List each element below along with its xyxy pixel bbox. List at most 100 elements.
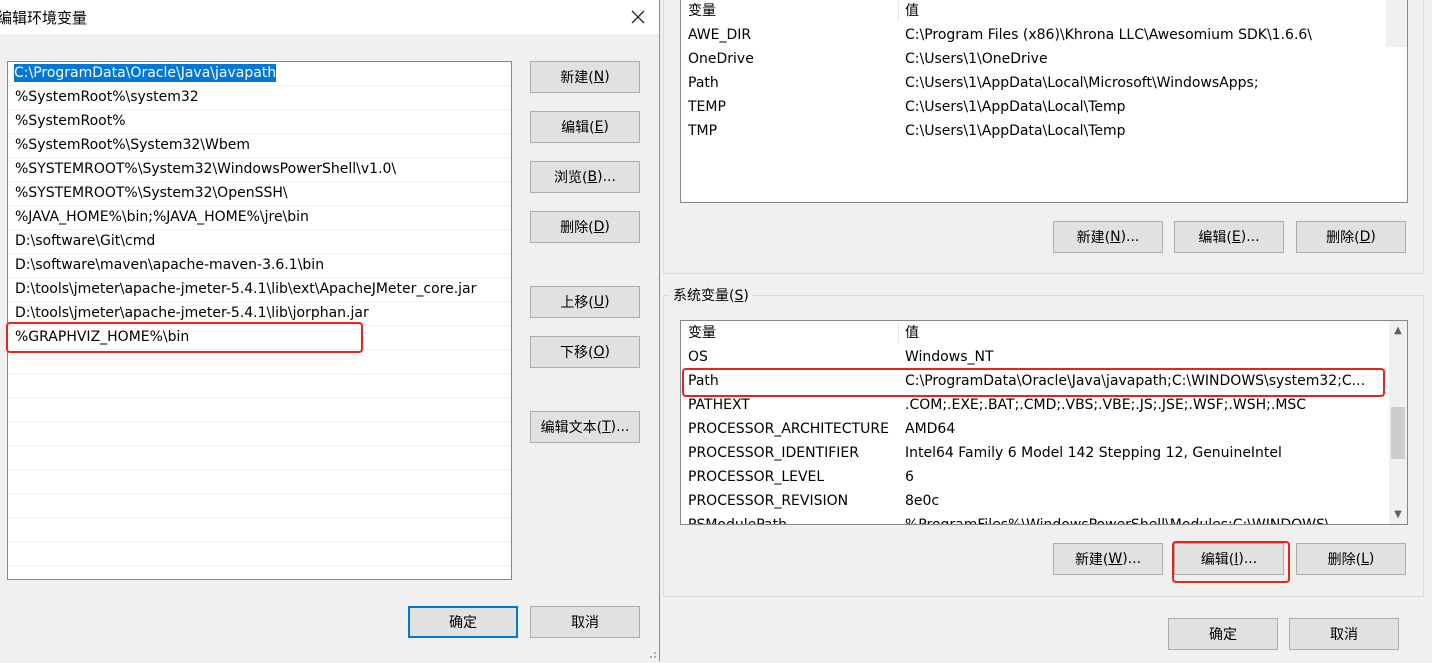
edit-button[interactable]: 编辑(E) bbox=[530, 111, 640, 143]
browse-button[interactable]: 浏览(B)... bbox=[530, 161, 640, 193]
empty-row[interactable] bbox=[8, 542, 511, 566]
user-edit-button[interactable]: 编辑(E)... bbox=[1174, 221, 1284, 253]
path-entry-row[interactable]: %JAVA_HOME%\bin;%JAVA_HOME%\jre\bin bbox=[8, 206, 511, 230]
system-variable-row[interactable]: PROCESSOR_ARCHITECTURE AMD64 bbox=[681, 417, 1387, 441]
scroll-up-icon[interactable]: ▲ bbox=[1389, 321, 1407, 339]
dialog-titlebar[interactable]: 编辑环境变量 bbox=[0, 0, 659, 34]
path-entry-row[interactable]: %SystemRoot% bbox=[8, 110, 511, 134]
path-entry-row[interactable]: D:\tools\jmeter\apache-jmeter-5.4.1\lib\… bbox=[8, 302, 511, 326]
column-header-value[interactable]: 值 bbox=[905, 0, 919, 23]
path-entry-text: D:\software\Git\cmd bbox=[15, 233, 156, 249]
path-entry-row[interactable]: %GRAPHVIZ_HOME%\bin bbox=[8, 326, 511, 350]
empty-row[interactable] bbox=[8, 470, 511, 494]
path-entry-row[interactable]: D:\tools\jmeter\apache-jmeter-5.4.1\lib\… bbox=[8, 278, 511, 302]
system-variables-scrollbar[interactable]: ▲ ▼ bbox=[1389, 321, 1407, 524]
path-entry-row[interactable]: D:\software\Git\cmd bbox=[8, 230, 511, 254]
variable-value: AMD64 bbox=[905, 421, 956, 437]
system-variable-row[interactable]: PSModulePath %ProgramFiles%\WindowsPowerS… bbox=[681, 513, 1387, 525]
path-entry-text: C:\ProgramData\Oracle\Java\javapath bbox=[14, 64, 277, 82]
path-entry-text: D:\tools\jmeter\apache-jmeter-5.4.1\lib\… bbox=[15, 281, 477, 297]
path-entries-list[interactable]: C:\ProgramData\Oracle\Java\javapath %Syst… bbox=[7, 61, 512, 580]
path-entry-text: D:\tools\jmeter\apache-jmeter-5.4.1\lib\… bbox=[15, 305, 369, 321]
scroll-down-icon[interactable]: ▼ bbox=[1389, 505, 1407, 523]
path-entry-row[interactable]: %SystemRoot%\System32\Wbem bbox=[8, 134, 511, 158]
variable-name: TMP bbox=[688, 123, 718, 139]
new-button[interactable]: 新建(N) bbox=[530, 61, 640, 93]
empty-row[interactable] bbox=[8, 494, 511, 518]
user-variable-row[interactable]: OneDrive C:\Users\1\OneDrive bbox=[681, 47, 1387, 71]
system-variable-row[interactable]: PROCESSOR_REVISION 8e0c bbox=[681, 489, 1387, 513]
empty-row[interactable] bbox=[8, 374, 511, 398]
variable-name: PATHEXT bbox=[688, 397, 750, 413]
cancel-button[interactable]: 取消 bbox=[530, 606, 640, 638]
user-delete-button[interactable]: 删除(D) bbox=[1296, 221, 1406, 253]
env-ok-button[interactable]: 确定 bbox=[1168, 618, 1278, 650]
variable-value: C:\Users\1\AppData\Local\Temp bbox=[905, 99, 1126, 115]
system-variable-row[interactable]: PROCESSOR_IDENTIFIER Intel64 Family 6 Mod… bbox=[681, 441, 1387, 465]
resize-grip-icon[interactable] bbox=[645, 647, 657, 659]
move-up-button[interactable]: 上移(U) bbox=[530, 286, 640, 318]
system-variable-row[interactable]: Path C:\ProgramData\Oracle\Java\javapath;… bbox=[681, 369, 1387, 393]
move-down-button[interactable]: 下移(O) bbox=[530, 336, 640, 368]
user-variable-row[interactable]: AWE_DIR C:\Program Files (x86)\Khrona LLC… bbox=[681, 23, 1387, 47]
dialog-title: 编辑环境变量 bbox=[0, 9, 88, 27]
path-entry-text: %SYSTEMROOT%\System32\OpenSSH\ bbox=[15, 185, 288, 201]
variable-value: C:\Users\1\AppData\Local\Microsoft\Windo… bbox=[905, 75, 1259, 91]
env-cancel-button[interactable]: 取消 bbox=[1289, 618, 1399, 650]
system-variable-row[interactable]: PATHEXT .COM;.EXE;.BAT;.CMD;.VBS;.VBE;.JS… bbox=[681, 393, 1387, 417]
variable-name: Path bbox=[688, 373, 719, 389]
system-variable-row[interactable]: OS Windows_NT bbox=[681, 345, 1387, 369]
variable-name: PROCESSOR_IDENTIFIER bbox=[688, 445, 859, 461]
variable-value: Windows_NT bbox=[905, 349, 994, 365]
user-variables-header: 变量 值 bbox=[681, 0, 1407, 23]
variable-value: C:\Users\1\OneDrive bbox=[905, 51, 1048, 67]
path-entry-row[interactable]: %SystemRoot%\system32 bbox=[8, 86, 511, 110]
system-edit-button[interactable]: 编辑(I)... bbox=[1174, 543, 1284, 575]
column-header-variable[interactable]: 变量 bbox=[688, 321, 716, 345]
variable-value: Intel64 Family 6 Model 142 Stepping 12, … bbox=[905, 445, 1282, 461]
empty-row[interactable] bbox=[8, 422, 511, 446]
column-header-value[interactable]: 值 bbox=[905, 321, 919, 345]
empty-row[interactable] bbox=[8, 398, 511, 422]
variable-name: OneDrive bbox=[688, 51, 754, 67]
close-icon[interactable] bbox=[620, 4, 656, 30]
variable-name: PSModulePath bbox=[688, 517, 787, 525]
path-entry-row[interactable]: %SYSTEMROOT%\System32\WindowsPowerShell\… bbox=[8, 158, 511, 182]
variable-name: PROCESSOR_ARCHITECTURE bbox=[688, 421, 889, 437]
system-variable-row[interactable]: PROCESSOR_LEVEL 6 bbox=[681, 465, 1387, 489]
scroll-thumb[interactable] bbox=[1391, 407, 1405, 459]
system-variables-header: 变量 值 bbox=[681, 321, 1407, 345]
user-variable-row[interactable]: Path C:\Users\1\AppData\Local\Microsoft\W… bbox=[681, 71, 1387, 95]
path-entry-text: %JAVA_HOME%\bin;%JAVA_HOME%\jre\bin bbox=[15, 209, 309, 225]
user-variables-list[interactable]: 变量 值 AWE_DIR C:\Program Files (x86)\Khron… bbox=[680, 0, 1408, 203]
variable-value: .COM;.EXE;.BAT;.CMD;.VBS;.VBE;.JS;.JSE;.… bbox=[905, 397, 1307, 413]
variable-value: C:\Users\1\AppData\Local\Temp bbox=[905, 123, 1126, 139]
path-entry-text: %SystemRoot%\system32 bbox=[15, 89, 199, 105]
variable-value: 8e0c bbox=[905, 493, 940, 509]
path-entry-row[interactable]: C:\ProgramData\Oracle\Java\javapath bbox=[8, 62, 511, 86]
system-variables-label: 系统变量(S) bbox=[670, 286, 752, 306]
variable-name: TEMP bbox=[688, 99, 726, 115]
path-entry-row[interactable]: D:\software\maven\apache-maven-3.6.1\bin bbox=[8, 254, 511, 278]
column-header-variable[interactable]: 变量 bbox=[688, 0, 716, 23]
user-new-button[interactable]: 新建(N)... bbox=[1053, 221, 1163, 253]
empty-row[interactable] bbox=[8, 518, 511, 542]
delete-button[interactable]: 删除(D) bbox=[530, 211, 640, 243]
path-entry-row[interactable]: %SYSTEMROOT%\System32\OpenSSH\ bbox=[8, 182, 511, 206]
empty-row[interactable] bbox=[8, 446, 511, 470]
system-delete-button[interactable]: 删除(L) bbox=[1296, 543, 1406, 575]
variable-name: AWE_DIR bbox=[688, 27, 752, 43]
variable-value: C:\Program Files (x86)\Khrona LLC\Awesom… bbox=[905, 27, 1313, 43]
system-new-button[interactable]: 新建(W)... bbox=[1053, 543, 1163, 575]
variable-value: 6 bbox=[905, 469, 914, 485]
edit-text-button[interactable]: 编辑文本(T)... bbox=[530, 411, 640, 443]
empty-row[interactable] bbox=[8, 350, 511, 374]
user-variable-row[interactable]: TEMP C:\Users\1\AppData\Local\Temp bbox=[681, 95, 1387, 119]
system-variables-list[interactable]: 变量 值 OS Windows_NT Path C:\ProgramData\Orac… bbox=[680, 320, 1408, 525]
ok-button[interactable]: 确定 bbox=[408, 606, 518, 638]
environment-variables-dialog: 变量 值 AWE_DIR C:\Program Files (x86)\Khron… bbox=[660, 0, 1432, 661]
path-entry-text: %SYSTEMROOT%\System32\WindowsPowerShell\… bbox=[15, 161, 397, 177]
path-entry-text: %GRAPHVIZ_HOME%\bin bbox=[15, 329, 190, 345]
variable-value: C:\ProgramData\Oracle\Java\javapath;C:\W… bbox=[905, 373, 1366, 389]
user-variable-row[interactable]: TMP C:\Users\1\AppData\Local\Temp bbox=[681, 119, 1387, 143]
